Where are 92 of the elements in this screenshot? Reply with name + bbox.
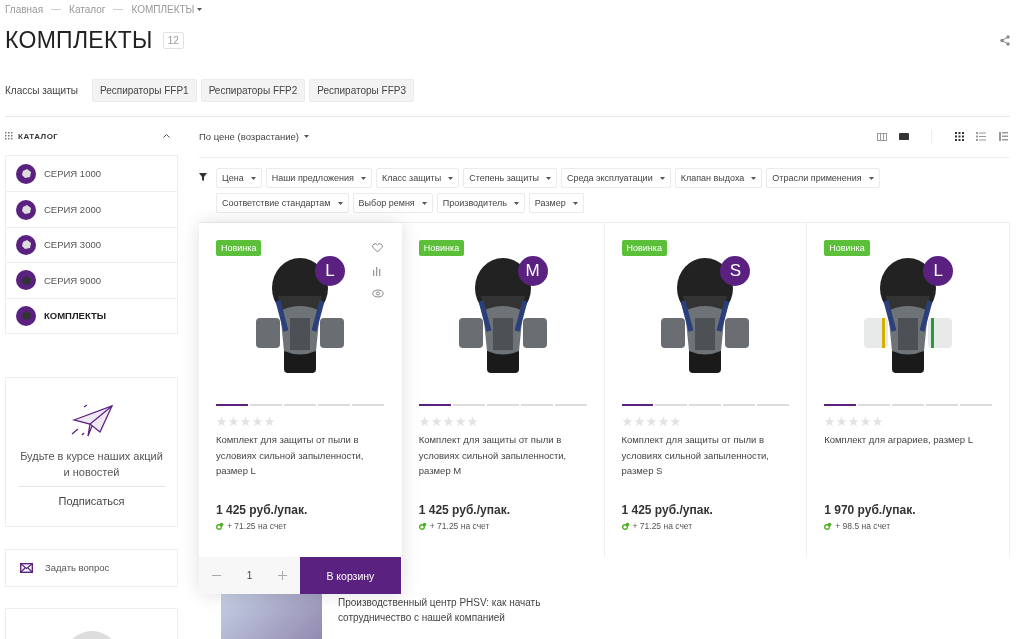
tags-label: Классы защиты [5, 85, 78, 96]
product-name[interactable]: Комплект для защиты от пыли в условиях сильной запыленности, размер L [216, 432, 384, 494]
gallery-indicator[interactable] [418, 404, 451, 406]
catalog-item[interactable]: СЕРИЯ 9000 [6, 262, 177, 298]
news-link[interactable]: Производственный центр PHSV: как начать сотрудничество с нашей компанией [338, 595, 558, 625]
filter-dropdown[interactable]: Степень защиты [463, 168, 557, 188]
filter-dropdown[interactable]: Соответствие стандартам [216, 193, 349, 213]
gallery-indicator[interactable] [621, 404, 654, 406]
quantity-stepper[interactable]: 1 [199, 557, 300, 594]
plus-button[interactable] [278, 571, 288, 580]
view-toggle-icon[interactable] [875, 130, 889, 143]
new-badge: Новинка [418, 240, 465, 256]
bar-chart-icon[interactable] [371, 266, 383, 276]
layout-toggle-icon[interactable] [974, 130, 988, 143]
page-title: КОМПЛЕКТЫ [5, 26, 153, 54]
caret-icon [545, 176, 551, 180]
ask-question-link[interactable]: Задать вопрос [5, 548, 178, 587]
size-badge: L [314, 256, 345, 286]
tag-link[interactable]: Респираторы FFP1 [91, 79, 197, 102]
bonus-icon [621, 522, 630, 530]
product-name[interactable]: Комплект для аграриев, размер L [824, 432, 992, 494]
sort-dropdown[interactable]: По цене (возрастание) [199, 131, 310, 142]
filter-dropdown[interactable]: Выбор ремня [352, 193, 433, 213]
caret-icon [361, 176, 366, 180]
respirator-thumbnail [16, 199, 36, 220]
caret-icon [421, 201, 427, 205]
share-icon[interactable] [1000, 34, 1010, 46]
heart-icon[interactable] [371, 243, 383, 253]
caret-icon [868, 176, 874, 180]
chevron-up-icon[interactable] [163, 134, 170, 138]
caret-icon [304, 135, 310, 138]
minus-icon [211, 575, 221, 576]
new-badge: Новинка [216, 240, 262, 256]
catalog-heading: КАТАЛОГ [18, 131, 59, 141]
new-badge: Новинка [621, 240, 667, 256]
catalog-item[interactable]: СЕРИЯ 2000 [6, 191, 177, 227]
paper-plane-icon [69, 403, 114, 438]
bonus-icon [418, 522, 427, 530]
filter-icon [199, 173, 207, 181]
product-name[interactable]: Комплект для защиты от пыли в условиях сильной запыленности, размер M [418, 432, 587, 494]
catalog-item[interactable]: СЕРИЯ 1000 [6, 156, 177, 192]
product-price: 1 425 руб./упак. [216, 503, 309, 517]
caret-icon [337, 201, 343, 205]
caret-icon [513, 201, 519, 205]
bonus-text: + 71.25 на счет [227, 521, 287, 531]
add-to-cart-button[interactable]: В корзину [300, 557, 401, 594]
filter-dropdown[interactable]: Класс защиты [376, 168, 460, 188]
tag-link[interactable]: Респираторы FFP3 [309, 79, 415, 102]
size-badge: S [720, 256, 751, 286]
product-price: 1 425 руб./упак. [621, 503, 714, 517]
caret-icon [448, 176, 454, 180]
caret-icon [572, 201, 578, 205]
catalog-item[interactable]: СЕРИЯ 3000 [6, 226, 177, 263]
layout-toggle-icon[interactable] [952, 130, 966, 143]
caret-icon [751, 176, 757, 180]
bonus-icon [824, 522, 833, 530]
size-badge: L [923, 256, 954, 286]
filter-dropdown[interactable]: Производитель [436, 193, 525, 213]
new-badge: Новинка [824, 240, 870, 256]
product-price: 1 425 руб./упак. [418, 503, 511, 517]
grid-icon [5, 132, 13, 140]
caret-icon [659, 176, 665, 180]
product-name[interactable]: Комплект для защиты от пыли в условиях сильной запыленности, размер S [621, 432, 790, 494]
envelope-icon [20, 562, 33, 573]
quantity-value: 1 [246, 570, 253, 581]
bonus-icon [216, 522, 224, 530]
plus-icon [278, 571, 288, 580]
gallery-indicator[interactable] [824, 404, 857, 406]
respirator-thumbnail [16, 270, 36, 291]
respirator-thumbnail [16, 234, 36, 255]
respirator-thumbnail [16, 305, 36, 326]
bonus-text: + 98.5 на счет [835, 521, 891, 531]
bonus-text: + 71.25 на счет [429, 521, 490, 531]
tag-link[interactable]: Респираторы FFP2 [200, 79, 306, 102]
subscribe-text: Будьте в курсе наших акций и новостей [19, 448, 164, 480]
respirator-thumbnail [16, 163, 36, 184]
bonus-text: + 71.25 на счет [632, 521, 693, 531]
filter-dropdown[interactable]: Отрасли применения [766, 168, 880, 188]
product-price: 1 970 руб./упак. [824, 503, 917, 517]
view-toggle-icon[interactable] [897, 130, 911, 143]
caret-icon [250, 176, 256, 180]
filter-dropdown[interactable]: Наши предложения [265, 168, 372, 188]
subscribe-button[interactable]: Подписаться [17, 485, 166, 515]
filter-dropdown[interactable]: Размер [528, 193, 584, 213]
eye-icon[interactable] [371, 289, 384, 298]
catalog-item[interactable]: КОМПЛЕКТЫ [6, 297, 177, 333]
layout-toggle-icon[interactable] [996, 130, 1010, 143]
item-count: 12 [162, 31, 184, 49]
filter-dropdown[interactable]: Среда эксплуатации [560, 168, 671, 188]
filter-dropdown[interactable]: Клапан выдоха [674, 168, 763, 188]
size-badge: M [517, 256, 548, 286]
filter-dropdown[interactable]: Цена [216, 168, 262, 188]
